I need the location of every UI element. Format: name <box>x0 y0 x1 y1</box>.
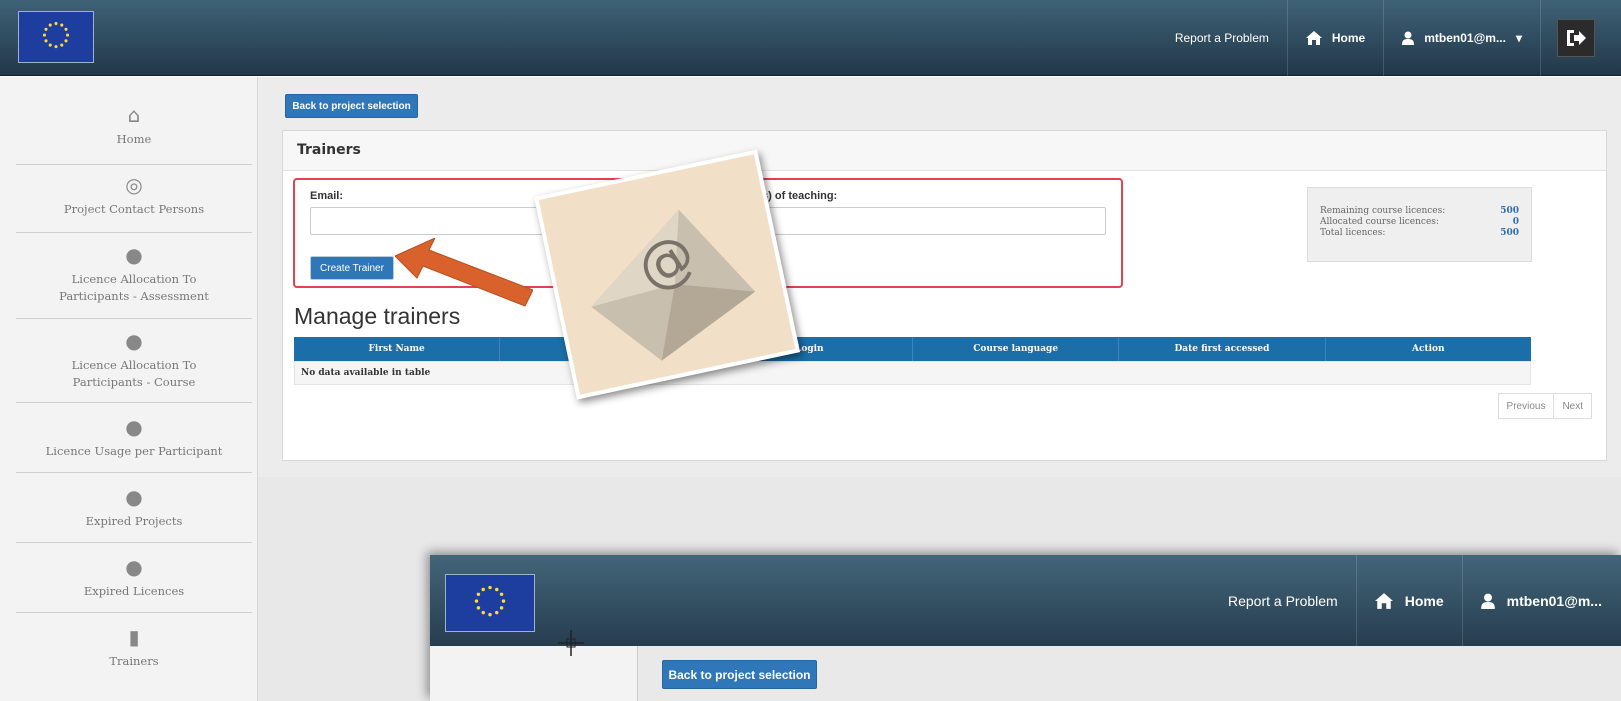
trainers-table: First Name La Login Course language Date… <box>294 337 1531 385</box>
inset-sidebar <box>430 646 638 701</box>
inset-nav-links: Report a Problem Home mtben01@m... <box>1210 555 1620 646</box>
report-problem-label: Report a Problem <box>1228 592 1338 609</box>
chevron-down-icon: ▾ <box>1515 31 1522 45</box>
column-header[interactable]: Course language <box>913 337 1120 361</box>
column-header[interactable]: First Name <box>294 337 501 361</box>
stat-value: 500 <box>1500 206 1519 216</box>
annotation-arrow-icon <box>395 238 533 307</box>
inset-top-navbar: Report a Problem Home mtben01@m... <box>430 555 1621 646</box>
logout-button[interactable] <box>1557 19 1595 57</box>
table-header: First Name La Login Course language Date… <box>294 337 1531 361</box>
user-icon <box>1402 31 1415 45</box>
sidebar-item-label: Expired Licences <box>83 584 185 598</box>
sidebar-item-licence-usage[interactable]: ● Licence Usage per Participant <box>16 403 252 473</box>
sidebar-item-expired-projects[interactable]: ● Expired Projects <box>16 473 252 543</box>
report-problem-link[interactable]: Report a Problem <box>1210 555 1357 646</box>
column-header[interactable]: Action <box>1326 337 1531 361</box>
table-pagination: Previous Next <box>1497 393 1592 419</box>
remaining-licences-row: Remaining course licences: 500 <box>1320 206 1519 217</box>
next-page-button[interactable]: Next <box>1553 394 1591 418</box>
licence-stats-box: Remaining course licences: 500 Allocated… <box>1307 187 1532 262</box>
sidebar-item-label: Trainers <box>109 654 159 668</box>
user-icon <box>1480 593 1495 609</box>
top-navbar: Report a Problem Home mtben01@m... ▾ <box>0 0 1621 76</box>
award-icon: ● <box>125 415 143 439</box>
home-icon <box>1305 31 1322 45</box>
back-to-project-selection-button[interactable]: Back to project selection <box>662 660 817 689</box>
eu-flag-logo[interactable] <box>18 11 94 63</box>
home-link[interactable]: Home <box>1357 555 1463 646</box>
award-icon: ● <box>125 485 143 509</box>
sidebar: ⌂ Home ◎ Project Contact Persons ● Licen… <box>0 77 258 701</box>
contact-icon: ◎ <box>125 173 143 197</box>
user-name: mtben01@m... <box>1506 592 1602 609</box>
zoomed-screenshot-inset: Report a Problem Home mtben01@m... Back … <box>430 555 1621 701</box>
table-empty-row: No data available in table <box>294 361 1531 385</box>
sidebar-item-label: Home <box>116 132 152 146</box>
sidebar-item-label: Licence Usage per Participant <box>45 444 223 458</box>
allocated-licences-row: Allocated course licences: 0 <box>1320 217 1519 228</box>
stat-value: 0 <box>1512 217 1519 227</box>
sidebar-item-label: Licence Allocation To Participants - Cou… <box>71 358 197 389</box>
user-name: mtben01@m... <box>1424 31 1506 45</box>
award-icon: ● <box>125 243 143 267</box>
sidebar-item-label: Expired Projects <box>85 514 183 528</box>
stat-label: Allocated course licences: <box>1320 217 1439 227</box>
award-icon: ● <box>125 329 143 353</box>
back-to-project-selection-button[interactable]: Back to project selection <box>285 94 418 118</box>
stat-label: Remaining course licences: <box>1320 206 1446 216</box>
trainer-icon: ▮ <box>128 625 140 649</box>
email-at-icon: @ <box>591 209 756 361</box>
sidebar-item-trainers[interactable]: ▮ Trainers <box>16 613 252 683</box>
crosshair-cursor-icon <box>558 630 584 656</box>
sidebar-item-licence-allocation-assessment[interactable]: ● Licence Allocation To Participants - A… <box>16 233 252 319</box>
email-label: Email: <box>310 190 344 202</box>
create-trainer-button[interactable]: Create Trainer <box>310 256 394 280</box>
stat-value: 500 <box>1500 228 1519 238</box>
home-icon: ⌂ <box>127 103 141 127</box>
sidebar-item-project-contact-persons[interactable]: ◎ Project Contact Persons <box>16 165 252 233</box>
logout-icon <box>1567 30 1586 46</box>
eu-flag-logo[interactable] <box>445 574 535 632</box>
teaching-languages-field[interactable] <box>726 207 1106 235</box>
sidebar-item-expired-licences[interactable]: ● Expired Licences <box>16 543 252 613</box>
home-link[interactable]: Home <box>1288 0 1385 76</box>
total-licences-row: Total licences: 500 <box>1320 228 1519 239</box>
report-problem-link[interactable]: Report a Problem <box>1157 0 1288 76</box>
panel-title: Trainers <box>283 131 1606 171</box>
user-menu[interactable]: mtben01@m... <box>1463 555 1620 646</box>
home-icon <box>1374 592 1393 609</box>
home-link-label: Home <box>1404 592 1444 609</box>
column-header[interactable]: Date first accessed <box>1119 337 1326 361</box>
user-menu[interactable]: mtben01@m... ▾ <box>1384 0 1541 76</box>
home-link-label: Home <box>1331 31 1366 45</box>
stat-label: Total licences: <box>1320 228 1386 238</box>
sidebar-item-home[interactable]: ⌂ Home <box>16 85 252 165</box>
report-problem-label: Report a Problem <box>1174 31 1269 45</box>
previous-page-button[interactable]: Previous <box>1499 394 1554 418</box>
sidebar-item-label: Licence Allocation To Participants - Ass… <box>59 272 209 303</box>
award-icon: ● <box>125 555 143 579</box>
sidebar-item-licence-allocation-course[interactable]: ● Licence Allocation To Participants - C… <box>16 319 252 403</box>
sidebar-item-label: Project Contact Persons <box>63 202 205 216</box>
